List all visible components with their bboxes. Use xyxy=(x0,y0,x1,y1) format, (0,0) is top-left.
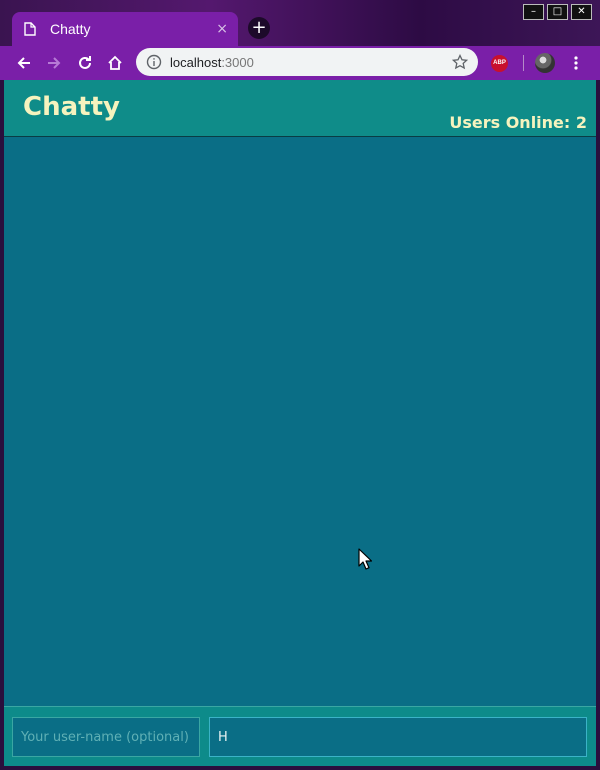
username-input[interactable] xyxy=(12,717,200,757)
toolbar-separator xyxy=(523,55,524,71)
tab-close-icon[interactable]: × xyxy=(216,21,228,37)
minimize-button[interactable]: – xyxy=(523,4,544,20)
reload-icon[interactable] xyxy=(75,53,95,73)
new-tab-button[interactable]: + xyxy=(248,17,270,39)
url-port: :3000 xyxy=(221,54,254,70)
chat-composer xyxy=(4,706,596,766)
tab-title: Chatty xyxy=(50,21,91,37)
browser-tab[interactable]: Chatty × xyxy=(12,12,238,46)
message-list[interactable] xyxy=(4,137,596,706)
address-bar[interactable]: localhost:3000 xyxy=(136,48,478,76)
window-controls: – □ ✕ xyxy=(523,4,592,20)
message-input[interactable] xyxy=(209,717,587,757)
url-text: localhost:3000 xyxy=(170,55,452,70)
back-icon[interactable] xyxy=(14,53,34,73)
home-icon[interactable] xyxy=(105,53,125,73)
forward-icon[interactable] xyxy=(44,53,64,73)
browser-window: Chatty × + – □ ✕ localhost:3000 ABP Chat… xyxy=(0,0,600,770)
app-header: Chatty Users Online: 2 xyxy=(4,80,596,137)
adblock-icon[interactable]: ABP xyxy=(491,55,508,72)
bookmark-star-icon[interactable] xyxy=(452,54,468,70)
close-window-button[interactable]: ✕ xyxy=(571,4,592,20)
tab-strip: Chatty × + – □ ✕ xyxy=(0,0,600,46)
url-host: localhost xyxy=(170,54,222,70)
page-icon xyxy=(24,22,36,36)
page-viewport: Chatty Users Online: 2 xyxy=(4,80,596,766)
menu-kebab-icon[interactable] xyxy=(566,53,586,73)
mouse-cursor-icon xyxy=(358,548,372,570)
profile-avatar[interactable] xyxy=(535,53,555,73)
maximize-button[interactable]: □ xyxy=(547,4,568,20)
app-title: Chatty xyxy=(23,92,120,122)
users-online-count: Users Online: 2 xyxy=(449,113,587,132)
info-icon[interactable] xyxy=(146,54,162,70)
browser-toolbar: localhost:3000 ABP xyxy=(0,46,600,80)
